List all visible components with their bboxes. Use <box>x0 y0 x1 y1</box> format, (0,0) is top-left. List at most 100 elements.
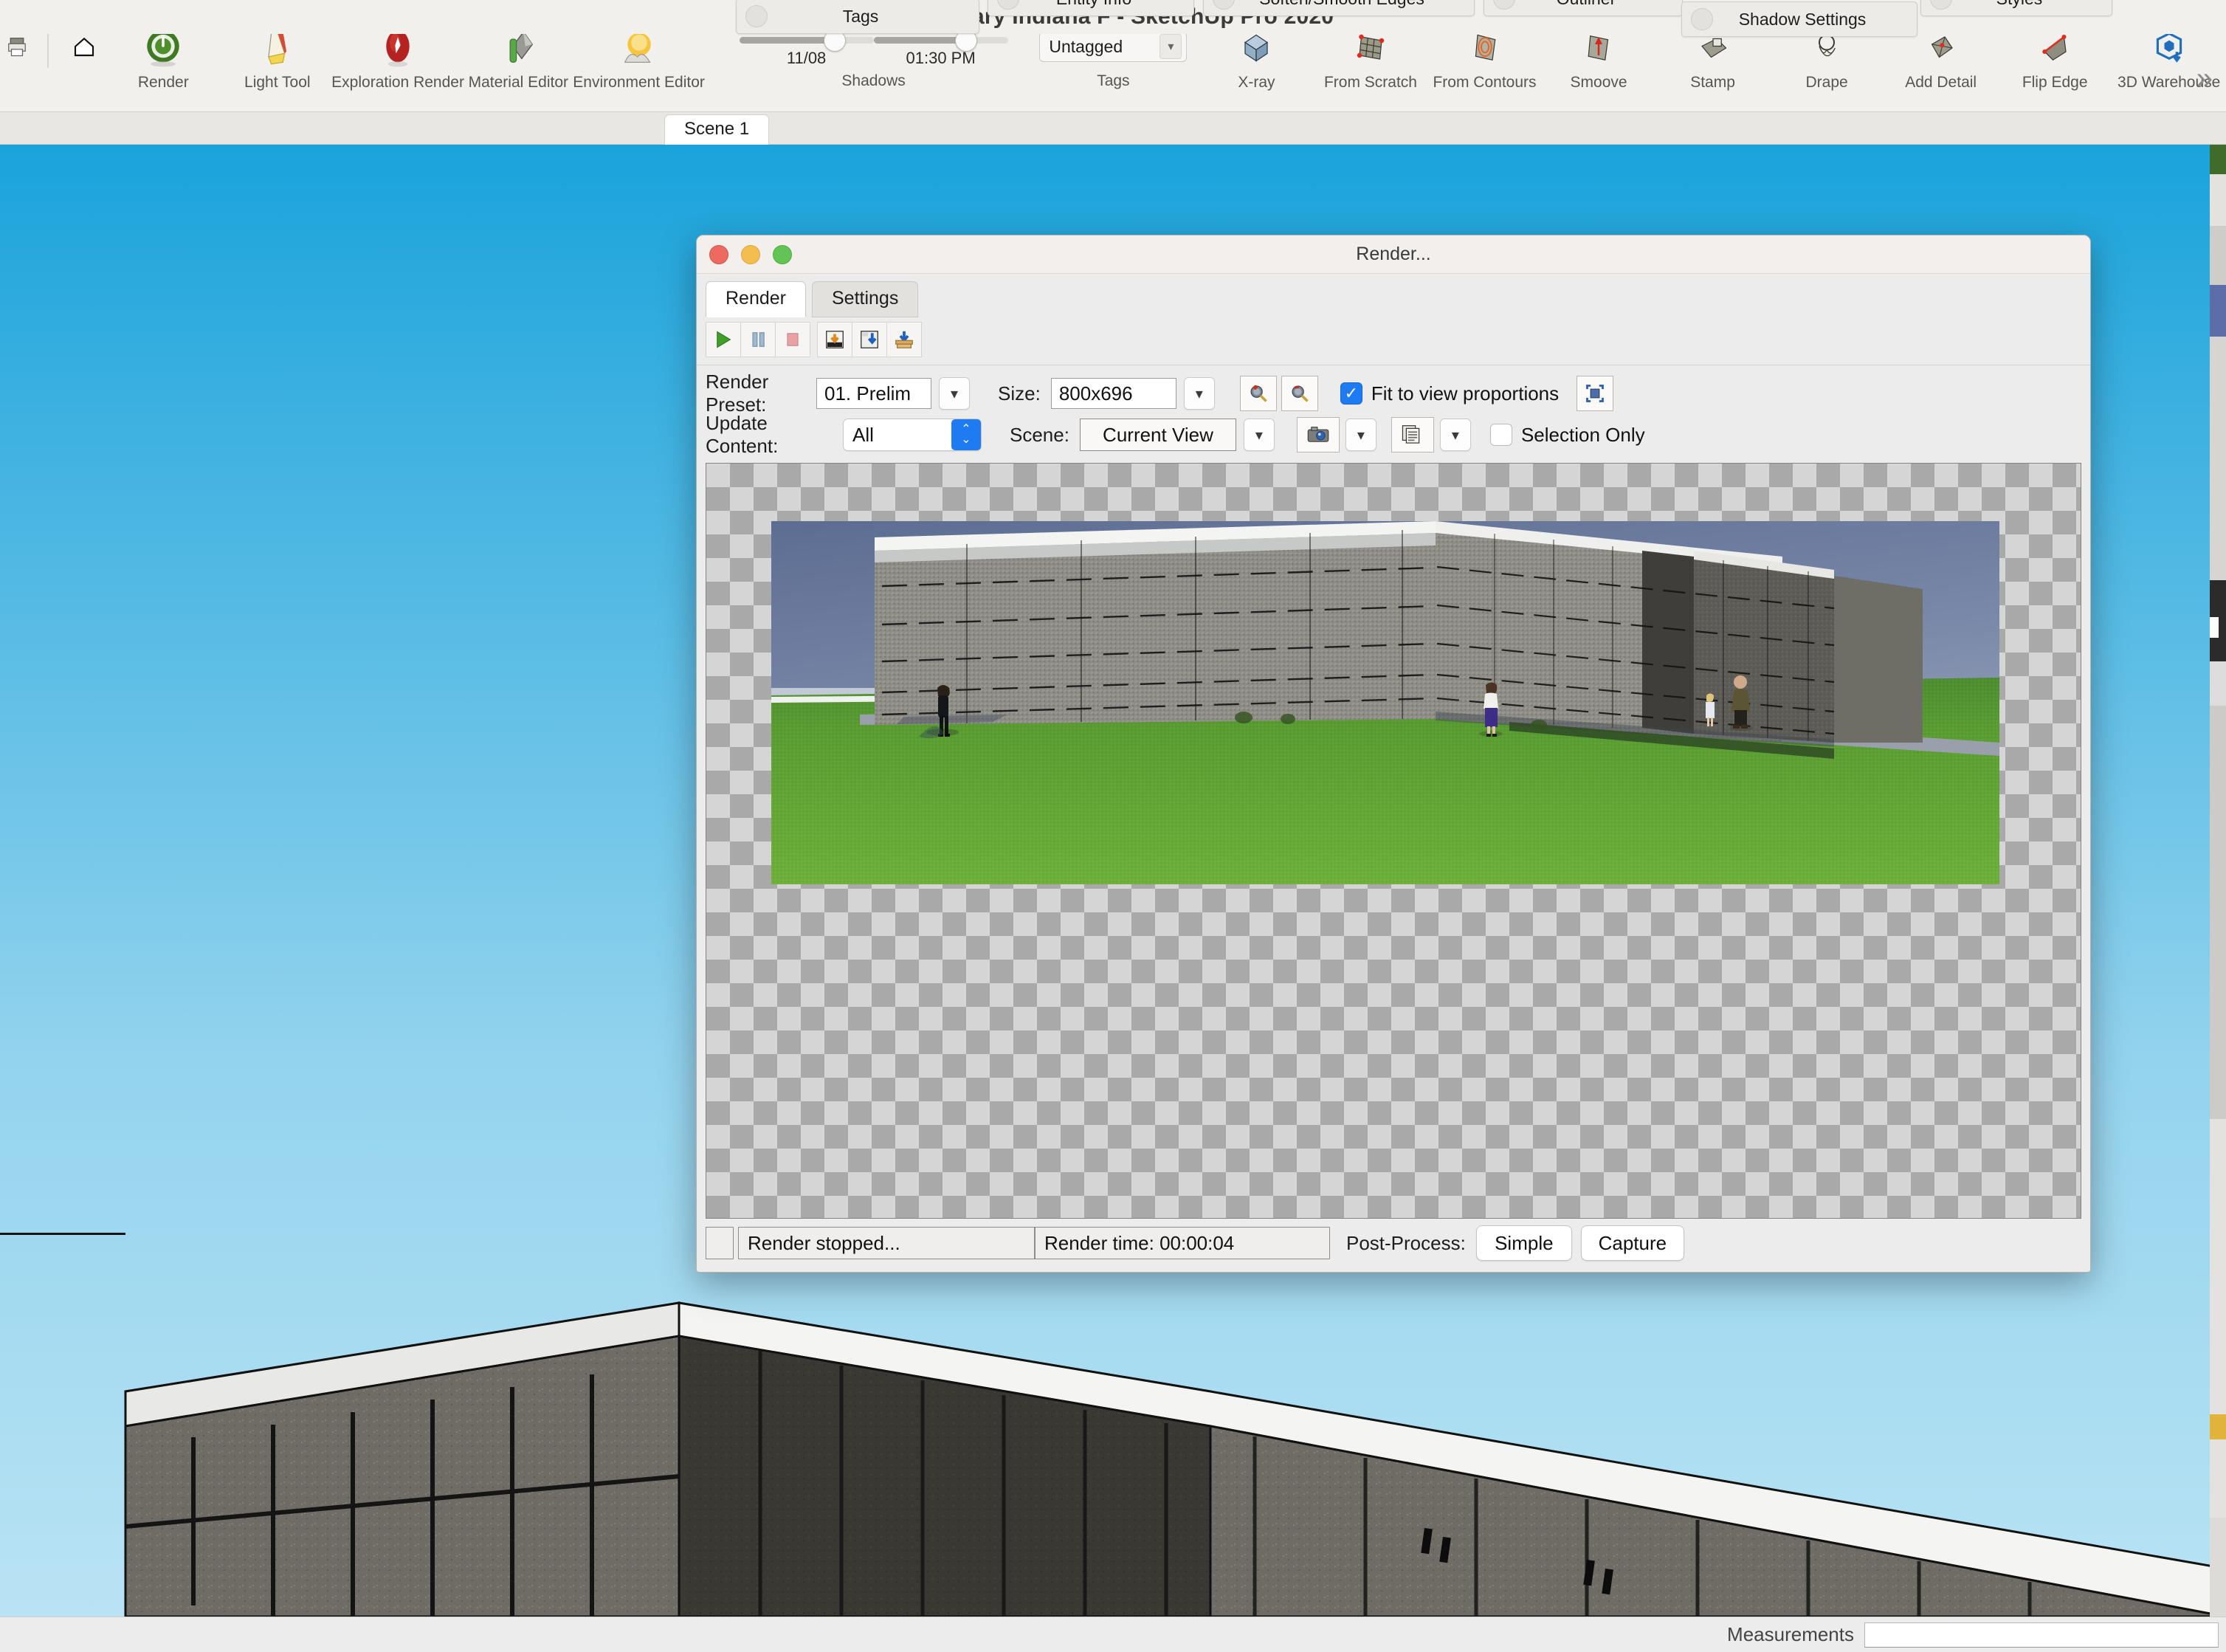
tool-label: Add Detail <box>1905 74 1977 91</box>
chevron-down-icon[interactable]: ▾ <box>1159 34 1182 59</box>
toolbar-tool-xray[interactable]: X-ray <box>1199 25 1314 92</box>
panel-collapse-toggle[interactable] <box>1930 0 1952 10</box>
status-indicator-button[interactable] <box>706 1227 734 1259</box>
tags-control: Untagged ▾ Tags <box>1027 25 1200 90</box>
shadows-group-label: Shadows <box>841 72 906 89</box>
panel-collapse-toggle[interactable] <box>745 5 768 27</box>
toolbar-tool-flip-edge[interactable]: Flip Edge <box>1998 25 2112 92</box>
zoom-in-icon[interactable] <box>1239 376 1277 411</box>
toolbar-tool-environment-editor[interactable]: Environment Editor <box>573 25 705 92</box>
render-preset-input[interactable]: 01. Prelim <box>816 378 931 409</box>
update-content-label: Update Content: <box>706 412 779 457</box>
tool-label: Flip Edge <box>2022 74 2088 91</box>
tag-select-value: Untagged <box>1049 36 1123 56</box>
size-input[interactable]: 800x696 <box>1050 378 1176 409</box>
panel-collapse-toggle[interactable] <box>1493 0 1515 10</box>
save-file-button[interactable] <box>852 322 887 357</box>
toolbar-tool-light-tool[interactable]: Light Tool <box>221 25 335 92</box>
tags-group-label: Tags <box>1097 72 1130 89</box>
panel-tab-styles[interactable]: Styles <box>1920 0 2112 16</box>
panel-tab-label: Soften/Smooth Edges <box>1235 0 1474 9</box>
panel-tab-label: Styles <box>1952 0 2112 9</box>
fit-to-view-label: Fit to view proportions <box>1371 382 1560 405</box>
scene-tabs-bar: Scene 1 <box>0 112 2226 145</box>
update-content-stepper[interactable]: ⌃ ⌄ <box>951 419 981 450</box>
update-content-row: Update Content: All ⌃ ⌄ Scene: Current Vi… <box>706 412 2081 457</box>
tab-label: Settings <box>832 288 899 309</box>
render-preset-label: Render Preset: <box>706 371 769 416</box>
simple-button[interactable]: Simple <box>1475 1225 1572 1261</box>
tool-label: Render <box>137 74 189 91</box>
measurements-label: Measurements <box>1727 1623 1854 1645</box>
panel-collapse-toggle[interactable] <box>1213 0 1235 10</box>
toolbar-tool-from-scratch[interactable]: From Scratch <box>1314 25 1428 92</box>
toolbar-divider <box>47 30 49 68</box>
render-dialog-title: Render... <box>1356 244 1431 264</box>
scene-button[interactable]: Current View <box>1079 419 1236 451</box>
tab-label: Render <box>726 288 786 309</box>
panel-tab-shadow-settings[interactable]: Shadow Settings <box>1681 1 1917 37</box>
fit-to-view-checkbox[interactable]: ✓ <box>1340 382 1362 405</box>
panel-tab-entity-info[interactable]: Entity Info <box>988 0 1194 16</box>
tab-settings[interactable]: Settings <box>812 281 919 317</box>
toolbar-tool-smoove[interactable]: Smoove <box>1542 25 1656 92</box>
fit-region-icon[interactable] <box>1577 376 1614 411</box>
measurements-input[interactable] <box>1864 1622 2219 1648</box>
panel-collapse-toggle[interactable] <box>997 0 1019 10</box>
panel-tab-soften-smooth-edges[interactable]: Soften/Smooth Edges <box>1203 0 1475 16</box>
render-toolbar <box>697 317 2090 365</box>
size-dropdown[interactable]: ▾ <box>1183 377 1215 410</box>
post-process-label: Post-Process: <box>1346 1231 1466 1254</box>
capture-button[interactable]: Capture <box>1580 1225 1684 1261</box>
update-content-value: All <box>852 423 874 446</box>
chevron-double-right-icon[interactable]: » <box>2196 62 2213 95</box>
render-preset-row: Render Preset: 01. Prelim ▾ Size: 800x69… <box>706 371 2081 416</box>
bottom-status-bar: Measurements <box>0 1617 2226 1652</box>
tool-label: Light Tool <box>244 74 311 91</box>
render-dialog-tabs: Render Settings <box>697 274 2090 317</box>
panel-tab-tags[interactable]: Tags <box>736 0 979 34</box>
selection-only-label: Selection Only <box>1520 423 1645 446</box>
selection-only-checkbox[interactable] <box>1489 424 1512 446</box>
scene-tab-scene-1[interactable]: Scene 1 <box>664 114 770 145</box>
shadow-time-value: 01:30 PM <box>906 49 976 67</box>
tool-label: Material Editor <box>468 74 569 91</box>
toolbar-tool-exploration-render[interactable]: Exploration Render <box>331 25 464 92</box>
render-dialog-titlebar[interactable]: Render... <box>697 235 2090 274</box>
panel-tab-outliner[interactable]: Outliner <box>1484 0 1683 16</box>
tab-render[interactable]: Render <box>706 281 806 317</box>
stop-render-button[interactable] <box>775 322 810 357</box>
toolbar-tool-material-editor[interactable]: Material Editor <box>461 25 576 92</box>
panel-tab-label: Shadow Settings <box>1738 9 1867 29</box>
pause-render-button[interactable] <box>740 322 776 357</box>
tool-label: From Contours <box>1433 74 1537 91</box>
panel-collapse-toggle[interactable] <box>1691 8 1713 30</box>
scene-dropdown[interactable]: ▾ <box>1243 419 1275 451</box>
render-preset-dropdown[interactable]: ▾ <box>939 377 970 410</box>
tag-select[interactable]: Untagged ▾ <box>1039 31 1188 62</box>
archive-button[interactable] <box>886 322 922 357</box>
render-time-field: Render time: 00:00:04 <box>1035 1227 1330 1259</box>
save-image-button[interactable] <box>817 322 852 357</box>
layers-icon[interactable] <box>1391 417 1434 452</box>
render-settings-fields: Render Preset: 01. Prelim ▾ Size: 800x69… <box>697 365 2090 463</box>
print-icon[interactable] <box>0 35 34 58</box>
camera-dropdown[interactable]: ▾ <box>1345 419 1376 451</box>
sketchup-model-building <box>0 1233 2226 1617</box>
tool-label: X-ray <box>1238 74 1275 91</box>
toolbar-tool-render[interactable]: Render <box>106 25 221 92</box>
tool-label: Stamp <box>1690 74 1735 91</box>
toolbar-tool-from-contours[interactable]: From Contours <box>1427 25 1542 92</box>
play-render-button[interactable] <box>706 322 741 357</box>
layers-dropdown[interactable]: ▾ <box>1439 419 1471 451</box>
home-icon[interactable] <box>62 35 106 58</box>
tool-label: From Scratch <box>1323 74 1417 91</box>
update-content-select[interactable]: All ⌃ ⌄ <box>843 419 982 451</box>
camera-icon[interactable] <box>1296 417 1340 452</box>
zoom-out-icon[interactable] <box>1281 376 1318 411</box>
shadow-date-value: 11/08 <box>786 49 827 67</box>
render-preview[interactable] <box>706 463 2081 1219</box>
panel-tab-label: Entity Info <box>1019 0 1193 9</box>
render-dialog[interactable]: Render... Render Settings Render Preset:… <box>696 235 2091 1273</box>
size-label: Size: <box>998 382 1041 405</box>
